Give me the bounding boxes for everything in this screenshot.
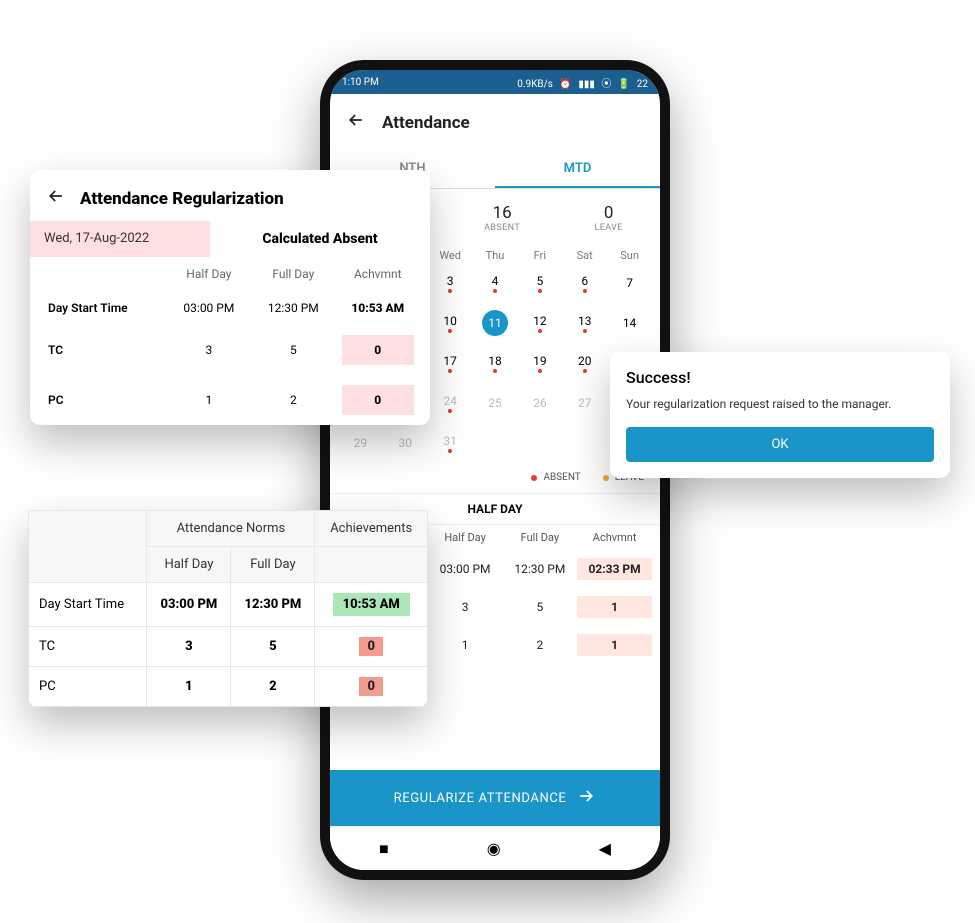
status-bar: 1:10 PM 0.9KB/s ⏰ ▮▮▮ ⦿ 🔋 22 <box>330 70 660 94</box>
card1-title: Attendance Regularization <box>80 189 284 209</box>
android-navbar: ■ ◉ ◀ <box>330 826 660 870</box>
legend-absent: ABSENT <box>531 472 580 483</box>
achievements-header: Achievements <box>315 511 428 547</box>
calendar-day[interactable]: 29 <box>338 428 383 458</box>
calendar-day[interactable]: 18 <box>473 348 518 378</box>
calendar-day[interactable]: 4 <box>473 268 518 298</box>
back-icon[interactable] <box>46 186 66 211</box>
calendar-day[interactable]: 6 <box>562 268 607 298</box>
tab-mtd[interactable]: MTD <box>495 151 660 188</box>
success-dialog: Success! Your regularization request rai… <box>610 352 950 478</box>
calendar-day[interactable]: 10 <box>428 308 473 338</box>
table-row: PC 1 2 0 <box>29 667 428 707</box>
nav-back-icon[interactable]: ◀ <box>599 839 611 858</box>
calendar-day[interactable]: 17 <box>428 348 473 378</box>
battery-icon: 🔋 <box>618 79 630 90</box>
calendar-day[interactable]: 30 <box>383 428 428 458</box>
calendar-day[interactable]: 13 <box>562 308 607 338</box>
mtd-absent: 16 ABSENT <box>484 203 520 233</box>
app-header: Attendance <box>330 94 660 151</box>
mtd-leave: 0 LEAVE <box>595 203 623 233</box>
norms-card: Attendance Norms Achievements Half Day F… <box>28 510 428 707</box>
dialog-message: Your regularization request raised to th… <box>626 397 934 411</box>
back-icon[interactable] <box>346 110 366 135</box>
arrow-right-icon <box>576 786 596 810</box>
alarm-icon: ⏰ <box>559 79 571 90</box>
calendar-day[interactable]: 19 <box>517 348 562 378</box>
calendar-day[interactable]: 3 <box>428 268 473 298</box>
calendar-day[interactable]: 25 <box>473 388 518 418</box>
calendar-day[interactable]: 26 <box>517 388 562 418</box>
calendar-day[interactable]: 27 <box>562 388 607 418</box>
page-title: Attendance <box>382 113 470 133</box>
ok-button[interactable]: OK <box>626 427 934 462</box>
calendar-day[interactable]: 12 <box>517 308 562 338</box>
norms-header: Attendance Norms <box>147 511 315 547</box>
status-time: 1:10 PM <box>342 77 379 88</box>
table-row: TC 3 5 0 <box>29 627 428 667</box>
calendar-day[interactable]: 11 <box>473 308 518 338</box>
table-row: Day Start Time 03:00 PM 12:30 PM 10:53 A… <box>29 583 428 627</box>
calendar-day[interactable]: 14 <box>607 308 652 338</box>
status-icons: 0.9KB/s ⏰ ▮▮▮ ⦿ 🔋 22 <box>513 75 648 90</box>
calendar-day[interactable]: 24 <box>428 388 473 418</box>
regularization-card: Attendance Regularization Wed, 17-Aug-20… <box>30 170 430 425</box>
calendar-day[interactable]: 5 <box>517 268 562 298</box>
card1-status: Calculated Absent <box>210 221 430 257</box>
calendar-day[interactable]: 31 <box>428 428 473 458</box>
card1-date: Wed, 17-Aug-2022 <box>30 221 210 257</box>
nav-home-icon[interactable]: ◉ <box>487 839 501 858</box>
calendar-day[interactable]: 20 <box>562 348 607 378</box>
regularize-button[interactable]: REGULARIZE ATTENDANCE <box>330 770 660 826</box>
wifi-icon: ⦿ <box>601 79 611 90</box>
cta-label: REGULARIZE ATTENDANCE <box>394 791 567 806</box>
signal-icon: ▮▮▮ <box>578 79 595 90</box>
dialog-title: Success! <box>626 368 934 387</box>
nav-recent-icon[interactable]: ■ <box>379 839 389 859</box>
calendar-day[interactable]: 7 <box>607 268 652 298</box>
